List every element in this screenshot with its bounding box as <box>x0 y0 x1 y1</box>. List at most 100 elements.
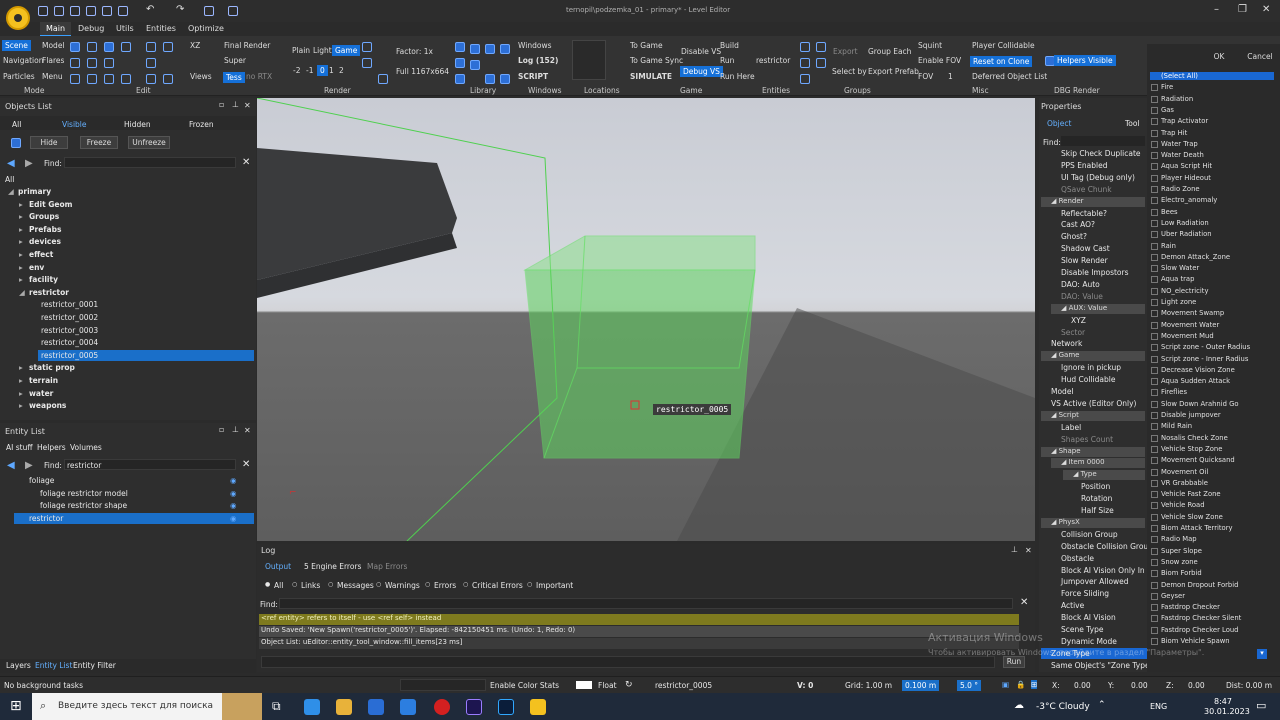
library-b-icon[interactable] <box>500 74 510 84</box>
link-icon[interactable] <box>70 74 80 84</box>
properties-find-input[interactable] <box>1061 136 1145 146</box>
to-game-button[interactable]: To Game <box>630 41 663 50</box>
log-pin-icon[interactable]: ⊥ <box>1011 545 1018 554</box>
property-row[interactable]: Dynamic Mode <box>1061 637 1117 646</box>
property-row[interactable]: XYZ <box>1071 316 1086 325</box>
entity-tab-volumes[interactable]: Volumes <box>70 443 102 452</box>
tree-item[interactable]: restrictor_0003 <box>41 326 98 335</box>
tab-optimize[interactable]: Optimize <box>182 22 230 35</box>
log-filter-option[interactable]: Critical Errors <box>472 581 523 590</box>
zone-type-option[interactable]: Bees <box>1161 208 1178 216</box>
weather-status[interactable]: -3°C Cloudy <box>1036 702 1090 712</box>
hide-button[interactable]: Hide <box>30 136 68 149</box>
visibility-eye-icon[interactable]: ◉ <box>230 501 237 510</box>
zone-checkbox[interactable] <box>1151 231 1158 239</box>
lod-0[interactable]: 0 <box>317 65 328 76</box>
zone-checkbox[interactable] <box>1151 118 1158 126</box>
library-t-icon[interactable] <box>455 42 465 52</box>
store-icon[interactable] <box>368 699 384 715</box>
log-filter-option[interactable]: All <box>274 581 283 590</box>
zone-type-option[interactable]: Slow Down Arahnid Go <box>1161 400 1239 408</box>
visibility-eye-icon[interactable]: ◉ <box>230 514 237 523</box>
zone-checkbox[interactable] <box>1151 344 1158 352</box>
tree-item[interactable]: restrictor_0005 <box>41 351 98 360</box>
clock-date[interactable]: 30.01.2023 <box>1204 707 1250 716</box>
grid-size[interactable]: Grid: 1.00 m <box>845 681 892 690</box>
library-w2-icon[interactable] <box>485 74 495 84</box>
zone-checkbox[interactable] <box>1151 95 1158 103</box>
zone-type-option[interactable]: Movement Swamp <box>1161 309 1224 317</box>
zone-type-option[interactable]: Fireflies <box>1161 388 1187 396</box>
zone-checkbox[interactable] <box>1151 412 1158 419</box>
tree-item[interactable]: devices <box>29 237 61 246</box>
zone-checkbox[interactable] <box>1151 468 1158 476</box>
zone-checkbox[interactable] <box>1151 366 1158 374</box>
move-icon[interactable] <box>104 42 114 52</box>
windows-start-icon[interactable]: ⊞ <box>10 698 22 714</box>
zone-type-option[interactable]: Movement Oil <box>1161 468 1208 476</box>
property-row[interactable]: UI Tag (Debug only) <box>1061 173 1135 182</box>
tray-chevron-icon[interactable]: ⌃ <box>1098 700 1106 710</box>
log-tab-engine-errors[interactable]: 5 Engine Errors <box>304 562 361 571</box>
log-filter-option[interactable]: Warnings <box>385 581 420 590</box>
tree-item[interactable]: Prefabs <box>29 225 61 234</box>
zone-checkbox[interactable] <box>1151 502 1158 510</box>
snap-distance[interactable]: 0.100 m <box>902 680 940 691</box>
zone-type-option[interactable]: Vehicle Stop Zone <box>1161 445 1222 453</box>
grid-align-icon[interactable] <box>163 42 173 52</box>
zone-type-option[interactable]: Super Slope <box>1161 547 1202 555</box>
opera-browser-icon[interactable] <box>434 699 450 715</box>
zone-checkbox[interactable] <box>1151 638 1158 645</box>
tree-item[interactable]: env <box>29 263 44 272</box>
pivot-icon[interactable] <box>146 58 156 68</box>
property-row[interactable]: Block AI Vision <box>1061 613 1116 622</box>
forward-arrow-icon[interactable]: ▶ <box>25 158 33 169</box>
tab-entities[interactable]: Entities <box>140 22 182 35</box>
zone-type-option[interactable]: Disable jumpover <box>1161 411 1221 419</box>
zone-type-option[interactable]: Demon Dropout Forbid <box>1161 581 1238 589</box>
zone-checkbox[interactable] <box>1151 299 1158 306</box>
run-here-button[interactable]: Run Here <box>720 72 755 81</box>
zone-checkbox[interactable] <box>1151 423 1158 431</box>
views-dropdown[interactable]: Views <box>190 72 212 81</box>
property-row[interactable]: Rotation <box>1081 494 1112 503</box>
zone-checkbox[interactable] <box>1151 570 1158 578</box>
entity-unlink-icon[interactable] <box>816 58 826 68</box>
mode-flares-button[interactable]: Flares <box>42 56 64 65</box>
zone-checkbox[interactable] <box>1151 479 1158 487</box>
notification-icon[interactable]: ▭ <box>1256 699 1266 712</box>
lod-1[interactable]: 1 <box>329 66 334 75</box>
panel-restore-icon[interactable]: ▫ <box>219 100 224 109</box>
expand-chevron-icon[interactable]: ▸ <box>19 225 23 234</box>
zone-type-option[interactable]: Fire <box>1161 83 1173 91</box>
panel-pin-icon[interactable]: ⊥ <box>232 100 239 109</box>
zone-type-option[interactable]: Script zone - Inner Radius <box>1161 355 1248 363</box>
lod-minus2[interactable]: -2 <box>293 66 300 75</box>
zone-type-option[interactable]: Rain <box>1161 242 1176 250</box>
entity-grid-icon[interactable] <box>816 42 826 52</box>
property-row[interactable]: Active <box>1061 601 1084 610</box>
zone-checkbox[interactable] <box>1151 558 1158 566</box>
axis-xz-dropdown[interactable]: XZ <box>190 41 200 50</box>
tab-utils[interactable]: Utils <box>110 22 140 35</box>
zone-checkbox[interactable] <box>1151 604 1158 612</box>
property-row[interactable]: DAO: Auto <box>1061 280 1100 289</box>
ok-button[interactable]: OK <box>1203 52 1235 64</box>
script-window-button[interactable]: SCRIPT <box>518 72 548 81</box>
zone-type-option[interactable]: Radiation <box>1161 95 1193 103</box>
close-doc-icon[interactable] <box>228 6 238 16</box>
zone-checkbox[interactable] <box>1151 592 1158 600</box>
property-row[interactable]: Ignore in pickup <box>1061 363 1121 372</box>
lock-icon[interactable]: 🔒 <box>1016 680 1025 689</box>
back-arrow-icon[interactable]: ◀ <box>7 158 15 169</box>
tab-entity-list[interactable]: Entity List <box>35 661 72 670</box>
helpers-visible-toggle[interactable]: Helpers Visible <box>1054 55 1116 66</box>
property-row[interactable]: Half Size <box>1081 506 1114 515</box>
mode-scene-button[interactable]: Scene <box>2 40 31 51</box>
light-mode-button[interactable]: Light <box>313 46 332 55</box>
file-explorer-icon[interactable] <box>336 699 352 715</box>
zone-type-option[interactable]: Uber Radiation <box>1161 230 1212 238</box>
undo-icon[interactable]: ↶ <box>146 4 154 15</box>
zone-type-option[interactable]: Biom Attack Territory <box>1161 524 1233 532</box>
zone-type-option[interactable]: Aqua trap <box>1161 275 1194 283</box>
